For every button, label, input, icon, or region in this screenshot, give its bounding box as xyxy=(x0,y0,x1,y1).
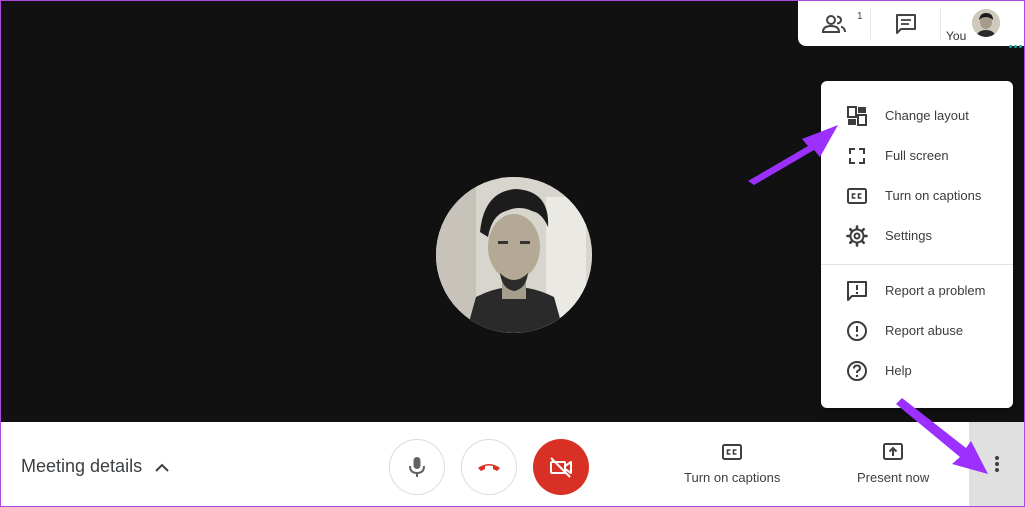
menu-item-help[interactable]: Help xyxy=(821,351,1013,391)
more-options-menu: Change layout Full screen Turn on captio… xyxy=(821,81,1013,408)
meeting-details-label: Meeting details xyxy=(21,456,143,476)
menu-item-settings[interactable]: Settings xyxy=(821,216,1013,256)
menu-item-label: Help xyxy=(885,363,912,378)
participant-count: 1 xyxy=(857,11,863,22)
present-screen-icon xyxy=(883,443,904,460)
captions-label: Turn on captions xyxy=(684,470,781,485)
captions-icon xyxy=(722,444,743,460)
menu-item-label: Report a problem xyxy=(885,283,986,298)
hang-up-icon xyxy=(478,464,500,471)
captions-button[interactable]: Turn on captions xyxy=(684,442,780,485)
feedback-icon xyxy=(847,281,867,301)
people-button[interactable]: 1 xyxy=(814,1,863,46)
present-now-button[interactable]: Present now xyxy=(857,442,929,485)
menu-item-label: Settings xyxy=(885,228,932,243)
menu-item-turn-on-captions[interactable]: Turn on captions xyxy=(821,176,1013,216)
more-options-button[interactable] xyxy=(969,422,1024,506)
menu-item-label: Report abuse xyxy=(885,323,964,338)
chat-button[interactable] xyxy=(888,1,924,46)
microphone-button[interactable] xyxy=(389,439,445,495)
captions-icon xyxy=(847,188,867,204)
gear-icon xyxy=(846,225,868,247)
camera-off-button[interactable] xyxy=(533,439,589,495)
bottom-control-bar: Meeting details Turn on captions Present… xyxy=(1,422,1024,506)
chevron-up-icon xyxy=(155,463,169,472)
self-label: You xyxy=(946,29,967,43)
menu-item-report-abuse[interactable]: Report abuse xyxy=(821,311,1013,351)
self-avatar[interactable] xyxy=(972,9,1000,37)
menu-item-label: Full screen xyxy=(885,148,949,163)
camera-off-icon xyxy=(550,457,572,478)
menu-item-label: Turn on captions xyxy=(885,188,982,203)
present-label: Present now xyxy=(857,470,930,485)
speaking-indicator xyxy=(1009,35,1025,48)
meeting-details-toggle[interactable]: Meeting details xyxy=(21,456,170,477)
toolbar-divider xyxy=(940,9,941,39)
alert-icon xyxy=(847,321,867,341)
menu-divider xyxy=(821,264,1013,265)
participant-avatar xyxy=(436,177,592,333)
fullscreen-icon xyxy=(849,148,865,164)
layout-icon xyxy=(847,106,867,126)
menu-item-label: Change layout xyxy=(885,108,969,123)
top-toolbar: 1 You xyxy=(798,1,1025,48)
chat-icon xyxy=(896,13,916,34)
leave-call-button[interactable] xyxy=(461,439,517,495)
help-icon xyxy=(847,361,867,381)
menu-item-full-screen[interactable]: Full screen xyxy=(821,136,1013,176)
microphone-icon xyxy=(409,457,425,477)
people-icon xyxy=(821,14,846,33)
toolbar-divider xyxy=(870,9,871,39)
menu-item-change-layout[interactable]: Change layout xyxy=(821,96,1013,136)
more-vertical-icon xyxy=(994,456,999,472)
menu-item-report-problem[interactable]: Report a problem xyxy=(821,271,1013,311)
